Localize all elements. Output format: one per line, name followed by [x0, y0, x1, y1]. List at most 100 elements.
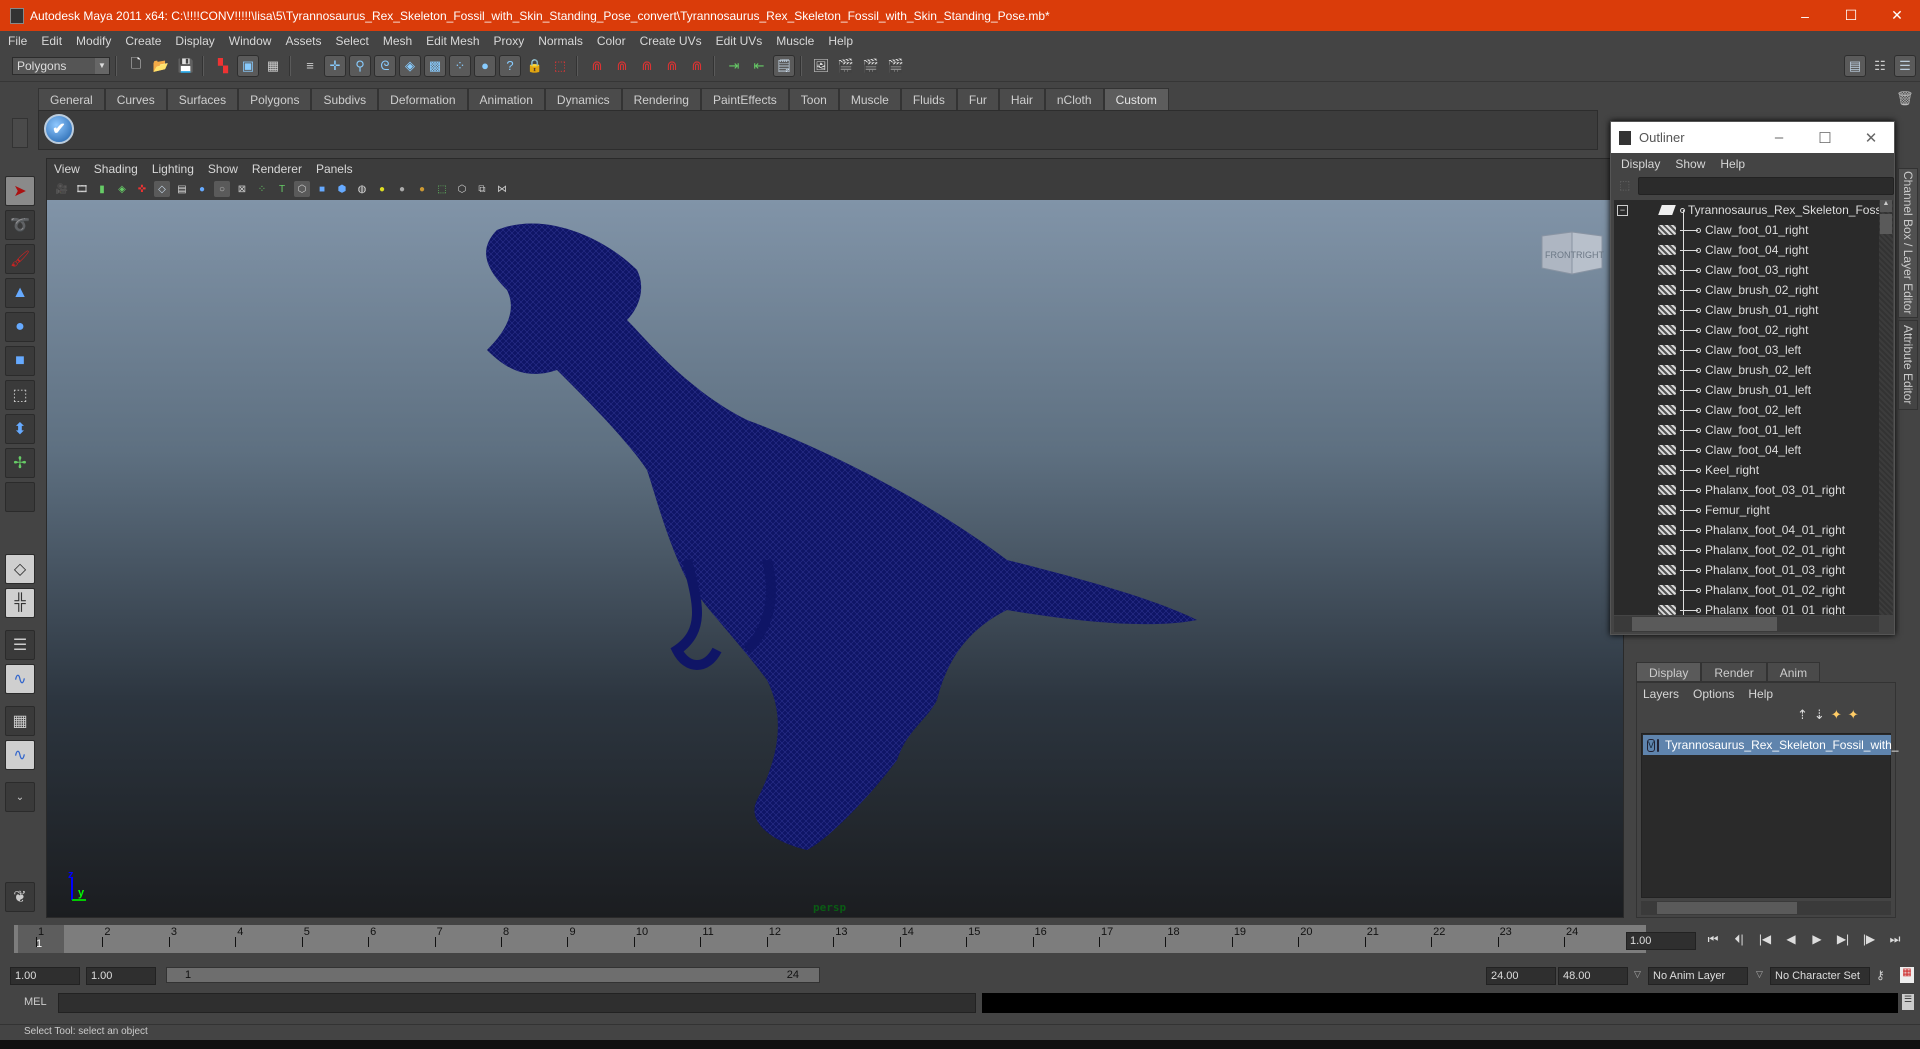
layer-tab-render[interactable]: Render	[1701, 662, 1767, 682]
shelf-check-button[interactable]: ✔	[44, 114, 74, 144]
shelf-tab-rendering[interactable]: Rendering	[621, 88, 701, 110]
chevron-down-icon[interactable]: ▽	[1634, 969, 1641, 980]
layer-visibility-toggle[interactable]: V	[1647, 738, 1656, 752]
lock-icon[interactable]: 🔒	[524, 55, 546, 77]
time-slider[interactable]: 1 1 2 3 4 5 6 7 8 9 10 11 12 13 14 15 16 17 18 19 20 21 22 23 2…	[14, 925, 1646, 953]
shelf-tab-subdivs[interactable]: Subdivs	[311, 88, 379, 110]
safe-action-icon[interactable]: ⁘	[254, 181, 270, 197]
scroll-thumb[interactable]	[1657, 902, 1797, 914]
viewport-menu-show[interactable]: Show	[208, 162, 238, 176]
curve-mask-icon[interactable]: ᘓ	[374, 54, 396, 77]
textured-icon[interactable]: ◍	[354, 181, 370, 197]
select-by-component-icon[interactable]: ▦	[262, 55, 284, 77]
snap-live-icon[interactable]: ⋒	[686, 55, 708, 77]
menu-window[interactable]: Window	[229, 34, 272, 48]
smooth-shade-icon[interactable]: ■	[314, 181, 330, 197]
menu-create[interactable]: Create	[125, 34, 161, 48]
select-tool-icon[interactable]: ➤	[5, 176, 35, 206]
start-time-field[interactable]: 1.00	[10, 967, 80, 985]
construction-history-icon[interactable]: 🗒	[773, 54, 795, 77]
shelf-tab-hair[interactable]: Hair	[998, 88, 1045, 110]
outliner-item[interactable]: Claw_foot_02_left	[1614, 400, 1879, 420]
viewport-menu-renderer[interactable]: Renderer	[252, 162, 302, 176]
menu-create-uvs[interactable]: Create UVs	[640, 34, 702, 48]
menu-edit-uvs[interactable]: Edit UVs	[716, 34, 763, 48]
persp-outliner-layout-icon[interactable]: ☰	[5, 630, 35, 660]
layer-menu-options[interactable]: Options	[1693, 687, 1734, 701]
outliner-horizontal-scrollbar[interactable]	[1614, 616, 1879, 632]
command-language-label[interactable]: MEL	[24, 996, 47, 1008]
grid-icon[interactable]: ◇	[154, 181, 170, 197]
outliner-item[interactable]: Phalanx_foot_04_01_right	[1614, 520, 1879, 540]
joint-mask-icon[interactable]: ⚲	[349, 54, 371, 77]
chevron-down-icon[interactable]: ▽	[1756, 969, 1763, 980]
outliner-vertical-scrollbar[interactable]: ▲	[1879, 200, 1893, 615]
last-tool-slot[interactable]	[5, 482, 35, 512]
move-tool-icon[interactable]: ⬚	[5, 380, 35, 410]
shelf-tab-custom[interactable]: Custom	[1103, 88, 1169, 110]
outliner-minimize-button[interactable]: –	[1756, 129, 1802, 147]
mel-command-input[interactable]	[58, 993, 976, 1013]
show-manipulator-tool-icon[interactable]: ✢	[5, 448, 35, 478]
menu-set-dropdown[interactable]: Polygons ▼	[12, 56, 110, 75]
layer-display-type-toggle[interactable]	[1657, 738, 1660, 752]
new-scene-icon[interactable]: 🗋	[125, 55, 147, 77]
dynamics-mask-icon[interactable]: ⁘	[449, 54, 471, 77]
attribute-editor-tab[interactable]: Attribute Editor	[1898, 320, 1918, 410]
show-hide-tool-settings-icon[interactable]: ☷	[1869, 55, 1891, 77]
shelf-tab-fluids[interactable]: Fluids	[900, 88, 957, 110]
minimize-button[interactable]: –	[1782, 0, 1828, 31]
collapse-icon[interactable]: −	[1617, 204, 1628, 216]
show-hide-channel-box-icon[interactable]: ☰	[1894, 54, 1916, 77]
shelf-tab-animation[interactable]: Animation	[467, 88, 545, 110]
outliner-item[interactable]: Claw_foot_01_right	[1614, 220, 1879, 240]
outliner-item[interactable]: Claw_brush_02_left	[1614, 360, 1879, 380]
layer-menu-layers[interactable]: Layers	[1643, 687, 1679, 701]
input-ops-icon[interactable]: ⇥	[723, 55, 745, 77]
layer-tab-display[interactable]: Display	[1636, 662, 1702, 682]
shelf-tab-fur[interactable]: Fur	[956, 88, 999, 110]
menu-normals[interactable]: Normals	[538, 34, 583, 48]
soft-mod-tool-icon[interactable]: ⬍	[5, 414, 35, 444]
shelf-tab-general[interactable]: General	[38, 88, 105, 110]
handle-mask-icon[interactable]: ✛	[324, 54, 346, 77]
bookmarks-icon[interactable]: ▮	[94, 181, 110, 197]
hypershade-persp-layout-icon[interactable]: ▦	[5, 706, 35, 736]
outliner-item[interactable]: Phalanx_foot_01_02_right	[1614, 580, 1879, 600]
outliner-menu-display[interactable]: Display	[1621, 157, 1660, 171]
3d-scene-view[interactable]	[47, 200, 1623, 917]
outliner-item[interactable]: Femur_right	[1614, 500, 1879, 520]
animation-preferences-icon[interactable]: ▦	[1900, 967, 1914, 983]
shelf-tab-toon[interactable]: Toon	[788, 88, 839, 110]
deformer-mask-icon[interactable]: ▩	[424, 54, 446, 77]
highlight-selection-icon[interactable]: ⬚	[549, 55, 571, 77]
scroll-thumb[interactable]	[1880, 214, 1892, 234]
outliner-item[interactable]: Claw_brush_01_right	[1614, 300, 1879, 320]
select-by-object-icon[interactable]: ▣	[237, 54, 259, 77]
shadows-icon[interactable]: ●	[394, 181, 410, 197]
filter-icon[interactable]: ⬚	[1619, 178, 1630, 192]
outliner-menu-show[interactable]: Show	[1675, 157, 1705, 171]
resolution-gate-icon[interactable]: ●	[194, 181, 210, 197]
camera-attributes-icon[interactable]: 🎞	[74, 181, 90, 197]
character-set-dropdown[interactable]: No Character Set	[1770, 967, 1870, 985]
snap-curve-icon[interactable]: ⋒	[611, 55, 633, 77]
scale-tool-icon[interactable]: ■	[5, 346, 35, 376]
go-to-end-button[interactable]: ⏭	[1882, 932, 1908, 947]
misc-mask-icon[interactable]: ?	[499, 54, 521, 77]
menu-edit[interactable]: Edit	[41, 34, 62, 48]
outliner-item[interactable]: Phalanx_foot_02_01_right	[1614, 540, 1879, 560]
step-forward-frame-button[interactable]: ▶|	[1830, 932, 1856, 947]
render-settings-icon[interactable]: 🎬	[885, 55, 907, 77]
shelf-tab-ncloth[interactable]: nCloth	[1044, 88, 1104, 110]
film-gate-icon[interactable]: ▤	[174, 181, 190, 197]
step-forward-key-button[interactable]: |▶	[1856, 932, 1882, 947]
viewport-menu-shading[interactable]: Shading	[94, 162, 138, 176]
outliner-item[interactable]: Keel_right	[1614, 460, 1879, 480]
snap-view-plane-icon[interactable]: ⋒	[661, 55, 683, 77]
maximize-button[interactable]: ☐	[1828, 0, 1874, 31]
two-d-pan-zoom-icon[interactable]: ✜	[134, 181, 150, 197]
shelf-tab-deformation[interactable]: Deformation	[378, 88, 468, 110]
menu-modify[interactable]: Modify	[76, 34, 111, 48]
xray-active-icon[interactable]: ⋈	[494, 181, 510, 197]
